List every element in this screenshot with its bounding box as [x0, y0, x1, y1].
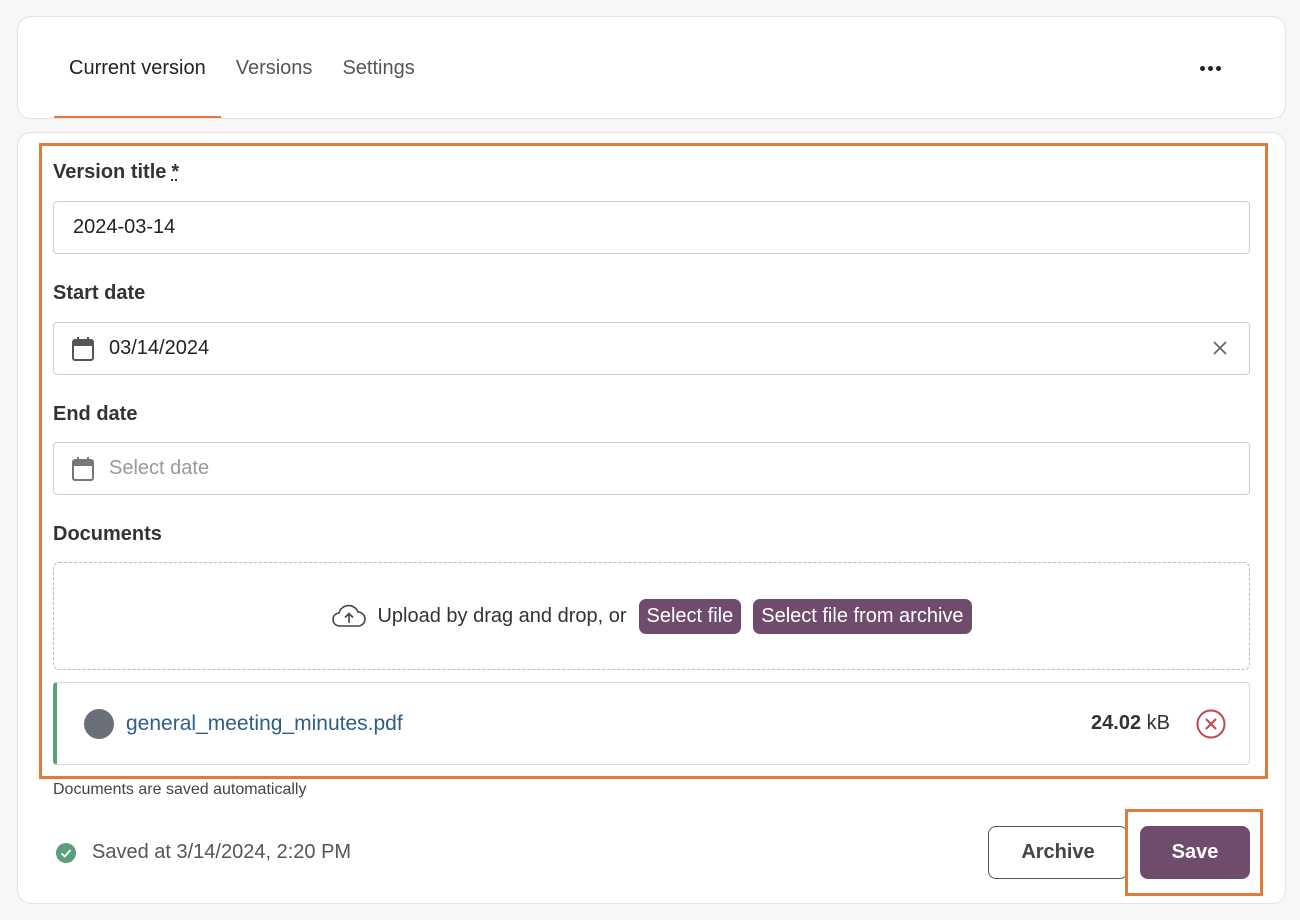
version-title-value: 2024-03-14 — [73, 216, 176, 238]
save-status: Saved at 3/14/2024, 2:20 PM — [55, 841, 351, 864]
start-date-input[interactable]: 03/14/2024 — [53, 322, 1250, 375]
document-file-link[interactable]: general_meeting_minutes.pdf — [126, 712, 403, 736]
upload-instructions: Upload by drag and drop, or — [377, 604, 627, 627]
required-mark: * — [171, 161, 180, 183]
calendar-icon — [72, 457, 94, 481]
document-file-size: 24.02 kB — [1091, 712, 1170, 734]
more-dots-icon — [1199, 65, 1205, 71]
tab-versions[interactable]: Versions — [221, 17, 328, 118]
end-date-label: End date — [53, 403, 138, 425]
remove-file-icon[interactable] — [1195, 708, 1227, 740]
version-title-input[interactable]: 2024-03-14 — [53, 201, 1250, 254]
select-file-from-archive-button[interactable]: Select file from archive — [753, 598, 972, 634]
documents-autosave-hint: Documents are saved automatically — [53, 781, 307, 798]
tab-bar-card: Current version Versions Settings — [17, 16, 1286, 119]
tab-settings[interactable]: Settings — [327, 17, 429, 118]
archive-button[interactable]: Archive — [988, 826, 1128, 879]
more-dots-icon-dot — [1207, 65, 1213, 71]
check-circle-icon — [56, 842, 76, 863]
document-dropzone[interactable]: Upload by drag and drop, or Select file … — [53, 562, 1250, 670]
tab-list: Current version Versions Settings — [54, 17, 430, 118]
document-list-item: general_meeting_minutes.pdf 24.02 kB — [53, 682, 1250, 765]
clear-date-icon[interactable] — [1209, 337, 1231, 359]
save-status-text: Saved at 3/14/2024, 2:20 PM — [92, 841, 352, 863]
tab-current-version[interactable]: Current version — [54, 17, 221, 118]
more-dots-icon-dot — [1215, 65, 1221, 71]
save-button[interactable]: Save — [1140, 826, 1250, 879]
select-file-button[interactable]: Select file — [638, 598, 742, 634]
more-options-button[interactable] — [1195, 57, 1225, 79]
end-date-input[interactable]: Select date — [53, 442, 1250, 495]
end-date-placeholder: Select date — [109, 457, 210, 479]
start-date-label: Start date — [53, 282, 146, 304]
start-date-value: 03/14/2024 — [109, 337, 210, 359]
cloud-upload-icon — [332, 604, 367, 627]
documents-label: Documents — [53, 523, 162, 545]
version-title-label: Version title * — [53, 161, 180, 183]
file-status-icon — [84, 709, 114, 739]
calendar-icon — [72, 337, 94, 361]
